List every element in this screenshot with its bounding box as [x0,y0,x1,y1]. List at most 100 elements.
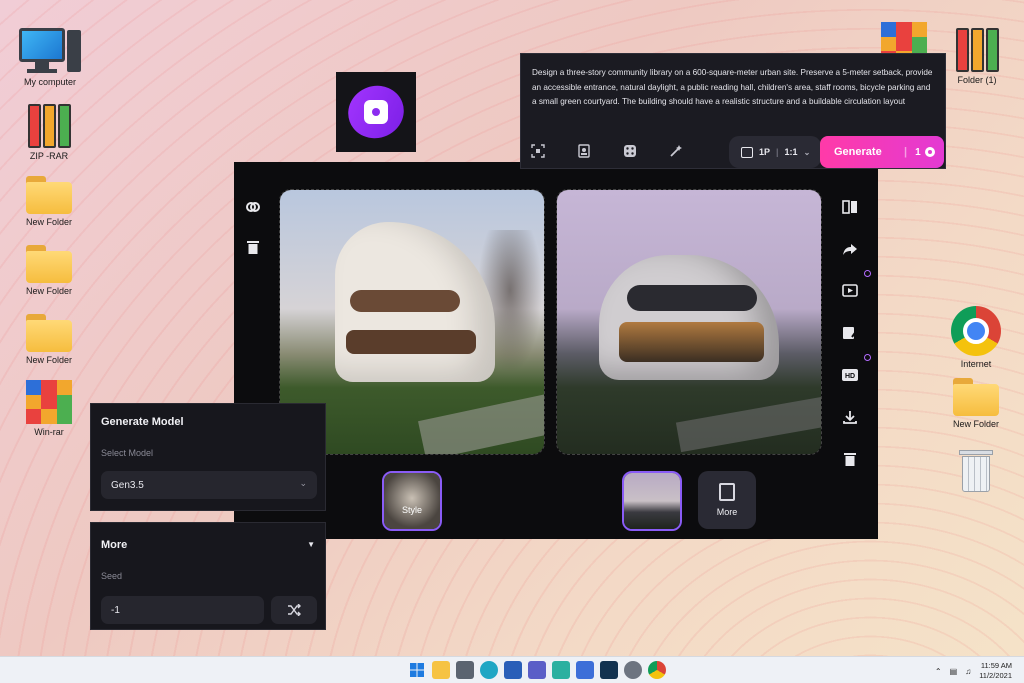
desktop-icon-internet[interactable]: Internet [941,306,1011,369]
share-icon[interactable] [839,238,861,260]
reference-thumbnail[interactable] [622,471,682,531]
document-clock-icon [719,483,735,501]
credit-coin-icon [924,147,935,157]
folder-icon [26,314,72,352]
computer-icon [19,28,81,74]
seed-input[interactable]: -1 [101,596,264,624]
style-label: Style [401,505,422,515]
clock-time: 11:59 AM [980,661,1012,670]
system-tray: ⌃ ▤ ♫ 11:59 AM 11/2/2021 [935,661,1012,681]
folder-icon [26,176,72,214]
desktop-icon-label: New Folder [25,217,72,227]
desktop-icon-new-folder-1[interactable]: New Folder [14,176,84,227]
select-model-label: Select Model [101,448,154,458]
desktop-icon-new-folder-2[interactable]: New Folder [14,245,84,296]
more-options-panel: More ▼ Seed -1 [90,522,326,630]
generate-button[interactable]: Generate | 1 [820,136,944,168]
style-thumbnail[interactable]: Style [382,471,442,531]
caret-down-icon[interactable]: ▼ [307,540,315,549]
desktop-icon-label: Internet [960,359,992,369]
trash-icon[interactable] [839,448,861,470]
folder-icon [26,245,72,283]
generate-label: Generate [834,146,882,158]
active-app-icon[interactable] [600,661,618,679]
edit-icon[interactable] [839,322,861,344]
desktop-icon-new-folder-3[interactable]: New Folder [14,314,84,365]
settings-icon[interactable] [624,661,642,679]
prompt-toolbar [531,144,683,161]
desktop-icon-label: Win-rar [34,427,64,437]
desktop-icon-my-computer[interactable]: My computer [15,28,85,87]
windows-start-icon[interactable] [408,661,426,679]
wifi-icon[interactable]: ▤ [950,667,958,676]
hd-icon[interactable]: HD [839,354,871,386]
store-icon[interactable] [504,661,522,679]
desktop-icon-label: My computer [23,77,76,87]
photos-icon[interactable] [576,661,594,679]
generate-cost: 1 [915,147,935,158]
aspect-ratio-selector[interactable]: 1P | 1:1 ⌄ [729,136,821,168]
camera-icon[interactable] [456,661,474,679]
desktop-icon-recycle-bin[interactable] [941,446,1011,492]
seed-value: -1 [111,604,120,616]
status-dot [864,354,871,361]
link-icon[interactable] [242,196,264,218]
recycle-bin-icon [959,446,993,492]
selected-model: Gen3.5 [111,479,144,491]
desktop-icon-zip-rar[interactable]: ZIP -RAR [14,104,84,161]
more-button[interactable]: More [698,471,756,529]
desktop-icon-win-rar[interactable]: Win-rar [14,380,84,437]
teams-icon[interactable] [528,661,546,679]
desktop-icon-new-folder-right[interactable]: New Folder [941,378,1011,429]
panel-title: Generate Model [101,416,184,428]
credit-cost: 1 [915,146,921,158]
compare-icon[interactable] [839,196,861,218]
prompt-window: Design a three-story community library o… [520,53,946,169]
maps-icon[interactable] [552,661,570,679]
desktop-icon-folder-1[interactable]: Folder (1) [942,28,1012,85]
seed-label: Seed [101,571,123,581]
left-toolbar [242,196,262,258]
desktop-icon-label: ZIP -RAR [29,151,69,161]
svg-text:HD: HD [845,373,855,380]
winrar-icon [26,380,72,424]
play-icon[interactable] [839,270,871,302]
prompt-textarea[interactable]: Design a three-story community library o… [532,66,936,110]
taskbar-apps [408,661,666,679]
download-icon[interactable] [839,406,861,428]
desktop-icon-label: New Folder [952,419,999,429]
clock-date: 11/2/2021 [979,671,1012,680]
right-toolbar: HD [836,196,871,470]
rar-archive-icon [954,28,1000,72]
magic-wand-icon[interactable] [669,144,683,161]
clock[interactable]: 11:59 AM 11/2/2021 [979,661,1012,681]
chevron-down-icon: ⌄ [299,478,307,488]
volume-icon[interactable]: ♫ [965,667,971,676]
image-count: 1P [759,147,771,157]
ratio-separator: | [776,147,779,157]
trash-icon[interactable] [242,236,264,258]
rar-archive-icon [26,104,72,148]
more-button-label: More [716,507,738,517]
desktop-icon-label: Folder (1) [957,75,997,85]
chevron-up-icon[interactable]: ⌃ [935,667,942,676]
image-canvas-window: HD Style More [234,162,878,539]
more-title[interactable]: More [101,539,127,551]
shuffle-seed-button[interactable] [271,596,317,624]
model-select[interactable]: Gen3.5 ⌄ [101,471,317,499]
folder-icon [953,378,999,416]
status-dot [864,270,871,277]
dice-icon[interactable] [623,144,637,161]
ratio-value: 1:1 [784,147,798,157]
file-explorer-icon[interactable] [432,661,450,679]
portrait-icon[interactable] [577,144,591,161]
scan-icon[interactable] [531,144,545,161]
image-ratio-icon [741,146,753,158]
edge-icon[interactable] [480,661,498,679]
chevron-down-icon: ⌄ [803,147,811,157]
generate-model-panel: Generate Model Select Model Gen3.5 ⌄ [90,403,326,511]
logo-mark-icon [340,77,412,147]
generated-image-2[interactable] [556,189,822,455]
chrome-icon [951,306,1001,356]
chrome-icon[interactable] [648,661,666,679]
